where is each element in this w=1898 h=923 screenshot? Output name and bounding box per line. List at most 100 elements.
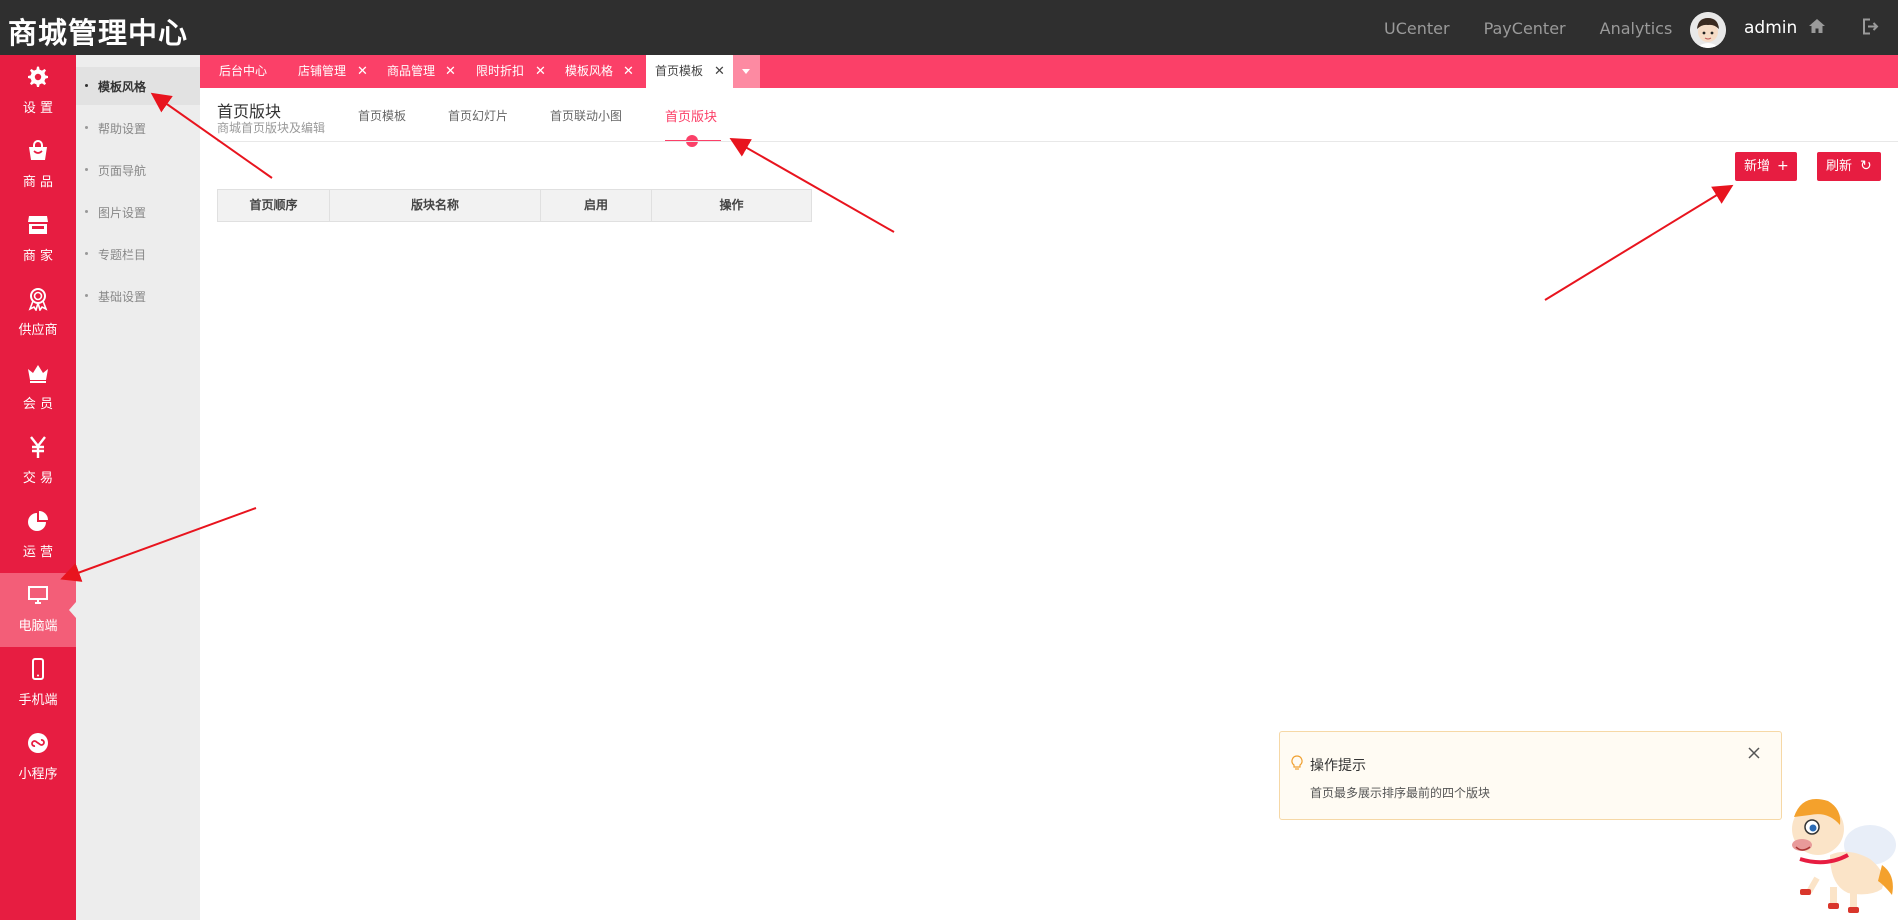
bullet-icon [85, 126, 88, 129]
subtab-home-linked-images[interactable]: 首页联动小图 [550, 107, 622, 124]
bullet-icon [85, 252, 88, 255]
secondary-sidebar: 模板风格 帮助设置 页面导航 图片设置 专题栏目 基础设置 [76, 55, 200, 920]
sidebar-item-label: 电脑端 [18, 619, 58, 634]
shopping-bag-icon [26, 139, 50, 163]
miniprogram-icon [26, 731, 50, 755]
sidebar-item-label: 商 品 [22, 175, 54, 190]
annotation-arrow [1544, 184, 1734, 301]
sidebar-item-suppliers[interactable]: 供应商 [0, 277, 76, 351]
tab-label: 模板风格 [565, 64, 614, 78]
main-sidebar: 设 置 商 品 商 家 供应商 会 员 交 易 运 营 电脑端 手机端 小程序 [0, 55, 76, 920]
tab-strip: 后台中心 店铺管理 ✕ 商品管理 ✕ 限时折扣 ✕ 模板风格 ✕ 首页模板 ✕ [200, 55, 1898, 88]
blocks-table: 首页顺序 版块名称 启用 操作 [217, 189, 812, 222]
monitor-icon [26, 583, 50, 607]
bullet-icon [85, 210, 88, 213]
home-icon[interactable] [1808, 18, 1826, 37]
subnav-item-basic-settings[interactable]: 基础设置 [76, 277, 200, 315]
plus-icon: + [1777, 158, 1789, 174]
subnav-item-image-settings[interactable]: 图片设置 [76, 193, 200, 231]
subnav-item-page-nav[interactable]: 页面导航 [76, 151, 200, 189]
header-divider [217, 141, 1898, 142]
tab-home-template[interactable]: 首页模板 ✕ [646, 55, 733, 88]
logout-icon[interactable] [1862, 18, 1880, 38]
tab-dashboard[interactable]: 后台中心 [200, 55, 270, 88]
sidebar-item-operations[interactable]: 运 营 [0, 499, 76, 573]
sidebar-item-label: 设 置 [22, 101, 54, 116]
close-icon[interactable] [1745, 744, 1763, 762]
sidebar-item-goods[interactable]: 商 品 [0, 129, 76, 203]
subnav-item-label: 帮助设置 [98, 122, 147, 136]
bullet-icon [85, 294, 88, 297]
bullet-icon [85, 168, 88, 171]
mascot-image [1770, 785, 1898, 920]
subnav-item-help-settings[interactable]: 帮助设置 [76, 109, 200, 147]
refresh-icon: ↻ [1860, 158, 1872, 174]
tip-title: 操作提示 [1310, 758, 1366, 774]
sidebar-item-label: 商 家 [22, 249, 54, 264]
tab-label: 首页模板 [655, 64, 704, 78]
username[interactable]: admin [1744, 18, 1797, 38]
award-icon [26, 287, 50, 312]
sidebar-item-miniprogram[interactable]: 小程序 [0, 721, 76, 795]
tip-text: 首页最多展示排序最前的四个版块 [1310, 786, 1491, 800]
column-header-block-name[interactable]: 版块名称 [330, 190, 541, 221]
phone-icon [26, 657, 50, 681]
sidebar-item-label: 会 员 [22, 397, 54, 412]
tab-label: 后台中心 [219, 64, 268, 78]
column-header-enabled[interactable]: 启用 [541, 190, 652, 221]
add-button[interactable]: 新增 + [1735, 152, 1797, 181]
sidebar-item-mobile[interactable]: 手机端 [0, 647, 76, 721]
analytics-link[interactable]: Analytics [1600, 19, 1673, 38]
top-links: UCenter PayCenter Analytics [1384, 19, 1706, 38]
ucenter-link[interactable]: UCenter [1384, 19, 1450, 38]
tab-template-style[interactable]: 模板风格 ✕ [537, 55, 634, 88]
tab-goods-management[interactable]: 商品管理 ✕ [359, 55, 456, 88]
sidebar-item-label: 交 易 [22, 471, 54, 486]
subnav-item-label: 图片设置 [98, 206, 147, 220]
bullet-icon [85, 84, 88, 87]
refresh-button-label: 刷新 [1826, 159, 1853, 174]
sidebar-item-label: 小程序 [18, 767, 58, 782]
app-logo: 商城管理中心 [8, 16, 189, 50]
subnav-item-topics[interactable]: 专题栏目 [76, 235, 200, 273]
subnav-item-label: 模板风格 [98, 80, 147, 94]
page-subtitle: 商城首页版块及编辑 [217, 121, 326, 135]
add-button-label: 新增 [1744, 159, 1771, 174]
tab-label: 商品管理 [387, 64, 436, 78]
operation-tip-box: 操作提示 首页最多展示排序最前的四个版块 [1279, 731, 1782, 820]
store-icon [26, 213, 50, 237]
top-bar: 商城管理中心 UCenter PayCenter Analytics admin [0, 0, 1898, 55]
paycenter-link[interactable]: PayCenter [1484, 19, 1566, 38]
sidebar-item-label: 供应商 [18, 323, 58, 338]
subnav-item-template-style[interactable]: 模板风格 [76, 67, 200, 105]
sidebar-item-pc[interactable]: 电脑端 [0, 573, 76, 647]
tab-flash-discount[interactable]: 限时折扣 ✕ [448, 55, 546, 88]
sidebar-item-members[interactable]: 会 员 [0, 351, 76, 425]
close-icon[interactable]: ✕ [714, 55, 725, 88]
sidebar-item-settings[interactable]: 设 置 [0, 55, 76, 129]
sidebar-item-label: 手机端 [18, 693, 58, 708]
subnav-item-label: 页面导航 [98, 164, 147, 178]
sidebar-item-merchants[interactable]: 商 家 [0, 203, 76, 277]
subnav-item-label: 专题栏目 [98, 248, 147, 262]
tab-shop-management[interactable]: 店铺管理 ✕ [270, 55, 368, 88]
tab-label: 限时折扣 [476, 64, 525, 78]
yen-icon [26, 435, 50, 459]
tab-label: 店铺管理 [298, 64, 347, 78]
gear-icon [26, 65, 50, 89]
pie-chart-icon [26, 509, 50, 533]
tab-dropdown-chevron-icon[interactable] [733, 55, 760, 88]
crown-icon [26, 361, 50, 385]
sidebar-item-trade[interactable]: 交 易 [0, 425, 76, 499]
close-icon[interactable]: ✕ [623, 55, 634, 88]
sidebar-item-label: 运 营 [22, 545, 54, 560]
subtab-home-slideshow[interactable]: 首页幻灯片 [448, 107, 508, 124]
avatar[interactable] [1690, 12, 1726, 48]
subtab-home-template[interactable]: 首页模板 [358, 107, 406, 124]
column-header-actions[interactable]: 操作 [652, 190, 811, 221]
subtab-home-blocks[interactable]: 首页版块 [665, 106, 717, 125]
lightbulb-icon [1290, 755, 1304, 771]
subnav-item-label: 基础设置 [98, 290, 147, 304]
column-header-order[interactable]: 首页顺序 [218, 190, 330, 221]
refresh-button[interactable]: 刷新 ↻ [1817, 152, 1881, 181]
